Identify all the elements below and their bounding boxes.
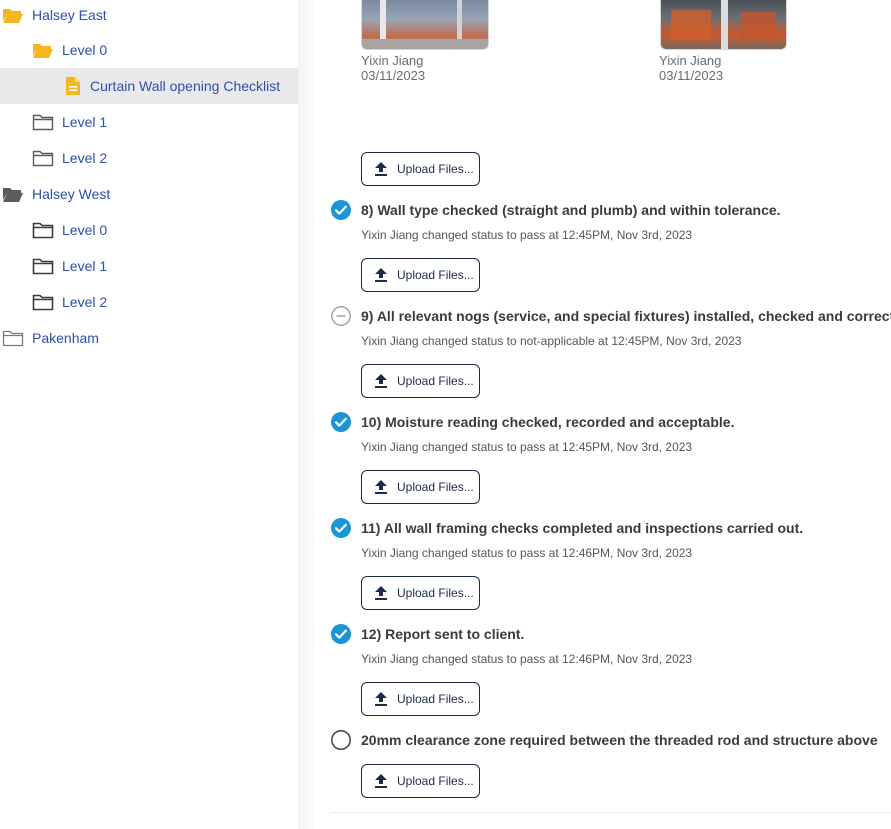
checklist-item-title: 12) Report sent to client. — [361, 626, 525, 642]
panel-divider — [298, 0, 314, 829]
tree-item-pakenham[interactable]: Pakenham — [0, 320, 298, 356]
folder-icon — [32, 149, 54, 167]
check-circle-icon[interactable] — [330, 199, 352, 221]
tree-item-label: Halsey East — [32, 7, 107, 23]
upload-files-button[interactable]: Upload Files... — [361, 258, 480, 292]
checklist-item-status-note: Yixin Jiang changed status to pass at 12… — [361, 440, 693, 454]
tree-item-halsey-west-level-0[interactable]: Level 0 — [0, 212, 298, 248]
upload-label: Upload Files... — [397, 480, 474, 494]
tree-item-label: Level 1 — [62, 114, 108, 130]
tree-item-label: Pakenham — [32, 330, 99, 346]
tree-item-halsey-east[interactable]: Halsey East — [0, 0, 298, 33]
checklist-item-status-note: Yixin Jiang changed status to pass at 12… — [361, 546, 693, 560]
photo-date: 03/11/2023 — [659, 68, 724, 83]
tree-item-label: Halsey West — [32, 186, 111, 202]
tree-item-label: Level 2 — [62, 294, 108, 310]
minus-circle-icon[interactable] — [330, 305, 352, 327]
upload-icon — [374, 773, 388, 789]
tree-item-halsey-west[interactable]: Halsey West — [0, 176, 298, 212]
checklist-item-status-note: Yixin Jiang changed status to pass at 12… — [361, 652, 693, 666]
photo-meta: Yixin Jiang 03/11/2023 — [659, 53, 723, 83]
tree-item-curtain-wall-checklist[interactable]: Curtain Wall opening Checklist — [0, 68, 298, 104]
tree-item-label: Level 0 — [62, 42, 108, 58]
tree-item-halsey-east-level-2[interactable]: Level 2 — [0, 140, 298, 176]
tree-item-label: Level 1 — [62, 258, 108, 274]
tree-item-halsey-west-level-2[interactable]: Level 2 — [0, 284, 298, 320]
upload-icon — [374, 161, 388, 177]
photo-date: 03/11/2023 — [361, 68, 426, 83]
document-icon — [62, 77, 84, 95]
upload-label: Upload Files... — [397, 268, 474, 282]
checklist-item: 20mm clearance zone required between the… — [330, 729, 891, 751]
upload-label: Upload Files... — [397, 586, 474, 600]
folder-open-icon — [32, 41, 54, 59]
checklist-item-title: 11) All wall framing checks completed an… — [361, 520, 804, 536]
folder-tree-sidebar: Halsey East Level 0 Curtain Wall opening… — [0, 0, 298, 829]
upload-files-button[interactable]: Upload Files... — [361, 152, 480, 186]
tree-item-label: Level 0 — [62, 222, 108, 238]
checklist-item-title: 20mm clearance zone required between the… — [361, 732, 878, 748]
upload-files-button[interactable]: Upload Files... — [361, 764, 480, 798]
photo-author: Yixin Jiang — [361, 53, 424, 68]
upload-files-button[interactable]: Upload Files... — [361, 576, 480, 610]
upload-icon — [374, 373, 388, 389]
checklist-item-status-note: Yixin Jiang changed status to not-applic… — [361, 334, 742, 348]
folder-icon — [32, 257, 54, 275]
upload-files-button[interactable]: Upload Files... — [361, 470, 480, 504]
checklist-item-title: 8) Wall type checked (straight and plumb… — [361, 202, 781, 218]
folder-open-icon — [2, 6, 24, 24]
checklist-item: 12) Report sent to client. — [330, 623, 891, 645]
folder-icon — [32, 293, 54, 311]
folder-icon — [32, 221, 54, 239]
upload-icon — [374, 479, 388, 495]
upload-label: Upload Files... — [397, 162, 474, 176]
folder-open-icon — [2, 185, 24, 203]
checklist-item-title: 9) All relevant nogs (service, and speci… — [361, 308, 891, 324]
upload-files-button[interactable]: Upload Files... — [361, 682, 480, 716]
upload-icon — [374, 691, 388, 707]
tree-item-halsey-east-level-0[interactable]: Level 0 — [0, 32, 298, 68]
photo-meta: Yixin Jiang 03/11/2023 — [361, 53, 425, 83]
tree-item-label: Level 2 — [62, 150, 108, 166]
photo-author: Yixin Jiang — [659, 53, 722, 68]
tree-item-halsey-west-level-1[interactable]: Level 1 — [0, 248, 298, 284]
photo-thumbnail[interactable] — [361, 0, 489, 50]
photo-thumbnail[interactable] — [660, 0, 787, 50]
folder-icon — [2, 329, 24, 347]
tree-item-label: Curtain Wall opening Checklist — [90, 78, 281, 94]
checklist-item: 8) Wall type checked (straight and plumb… — [330, 199, 891, 221]
check-circle-icon[interactable] — [330, 411, 352, 433]
upload-icon — [374, 267, 388, 283]
checklist-item: 10) Moisture reading checked, recorded a… — [330, 411, 891, 433]
folder-icon — [32, 113, 54, 131]
check-circle-icon[interactable] — [330, 517, 352, 539]
upload-label: Upload Files... — [397, 692, 474, 706]
upload-label: Upload Files... — [397, 774, 474, 788]
checklist-item: 11) All wall framing checks completed an… — [330, 517, 891, 539]
panel-bottom-divider — [330, 812, 891, 813]
checklist-item-title: 10) Moisture reading checked, recorded a… — [361, 414, 735, 430]
empty-circle-icon[interactable] — [330, 729, 352, 751]
checklist-item: 9) All relevant nogs (service, and speci… — [330, 305, 891, 327]
upload-label: Upload Files... — [397, 374, 474, 388]
checklist-item-status-note: Yixin Jiang changed status to pass at 12… — [361, 228, 693, 242]
upload-files-button[interactable]: Upload Files... — [361, 364, 480, 398]
check-circle-icon[interactable] — [330, 623, 352, 645]
tree-item-halsey-east-level-1[interactable]: Level 1 — [0, 104, 298, 140]
upload-icon — [374, 585, 388, 601]
